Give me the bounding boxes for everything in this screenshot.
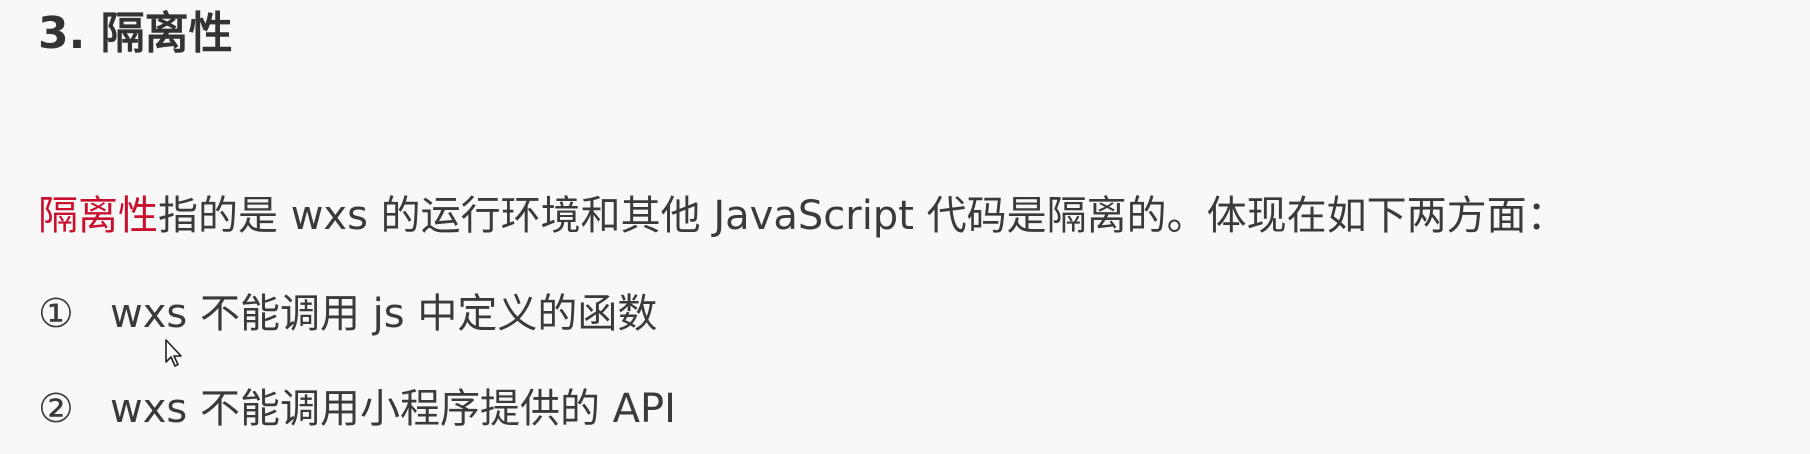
item-marker: ② [38,386,74,432]
intro-text: 指的是 wxs 的运行环境和其他 JavaScript 代码是隔离的。体现在如下… [158,193,1567,239]
intro-paragraph: 隔离性指的是 wxs 的运行环境和其他 JavaScript 代码是隔离的。体现… [38,192,1567,240]
item-text: wxs 不能调用小程序提供的 API [110,386,676,432]
section-heading: 3. 隔离性 [38,8,233,59]
list-item: ① wxs 不能调用 js 中定义的函数 [38,290,657,338]
item-marker: ① [38,291,74,337]
slide-content: 3. 隔离性 隔离性指的是 wxs 的运行环境和其他 JavaScript 代码… [0,0,1810,454]
item-text: wxs 不能调用 js 中定义的函数 [110,291,658,337]
highlight-term: 隔离性 [38,193,158,239]
list-item: ② wxs 不能调用小程序提供的 API [38,385,676,433]
mouse-pointer-icon [165,339,182,367]
